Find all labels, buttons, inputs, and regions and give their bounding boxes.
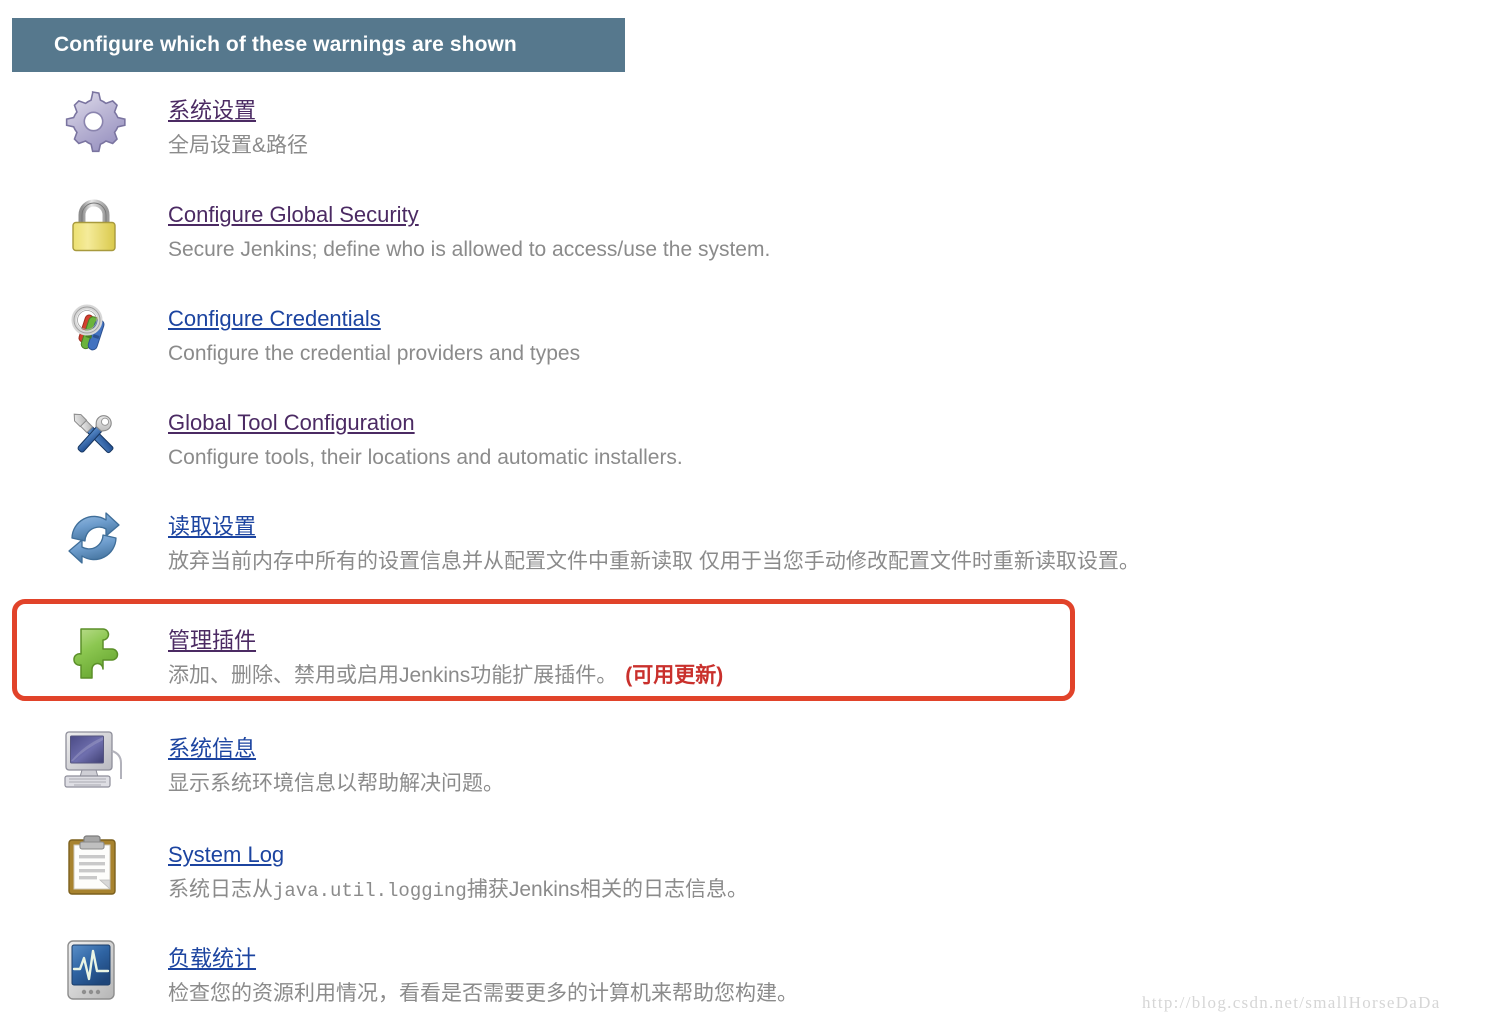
item-text-block: 负载统计检查您的资源利用情况，看看是否需要更多的计算机来帮助您构建。 bbox=[126, 930, 798, 1011]
item-text-block: System Log 系统日志从java.util.logging捕获Jenkin… bbox=[126, 826, 748, 908]
watermark-text: http://blog.csdn.net/smallHorseDaDa bbox=[1142, 993, 1441, 1012]
computer-monitor-icon[interactable] bbox=[62, 728, 126, 792]
item-description: 检查您的资源利用情况，看看是否需要更多的计算机来帮助您构建。 bbox=[168, 977, 798, 1011]
item-description: 放弃当前内存中所有的设置信息并从配置文件中重新读取 仅用于当您手动修改配置文件时… bbox=[168, 545, 1140, 579]
page-title: Configure which of these warnings are sh… bbox=[54, 33, 517, 56]
item-link[interactable]: 负载统计 bbox=[168, 944, 256, 974]
page-header-bar: Configure which of these warnings are sh… bbox=[12, 18, 625, 72]
load-statistics-icon[interactable] bbox=[62, 938, 126, 1002]
manage-jenkins-item[interactable]: Global Tool Configuration Configure tools… bbox=[0, 394, 683, 498]
description-segment: 系统日志从 bbox=[168, 878, 273, 901]
description-segment: 添加、删除、禁用或启用Jenkins功能扩展插件。 bbox=[168, 664, 618, 687]
manage-jenkins-item[interactable]: Configure Global Security Secure Jenkins;… bbox=[0, 186, 770, 290]
manage-jenkins-item[interactable]: 系统设置全局设置&路径 bbox=[0, 82, 308, 186]
manage-jenkins-item[interactable]: Configure Credentials Configure the crede… bbox=[0, 290, 580, 394]
item-link[interactable]: 系统设置 bbox=[168, 96, 256, 126]
item-description: 全局设置&路径 bbox=[168, 129, 308, 163]
item-description: Configure the credential providers and t… bbox=[168, 337, 580, 371]
description-segment: Secure Jenkins; define who is allowed to… bbox=[168, 238, 771, 261]
item-link[interactable]: System Log bbox=[168, 840, 284, 870]
description-segment: 检查您的资源利用情况，看看是否需要更多的计算机来帮助您构建。 bbox=[168, 982, 798, 1005]
item-text-block: 管理插件添加、删除、禁用或启用Jenkins功能扩展插件。 (可用更新) bbox=[126, 612, 723, 693]
item-text-block: 系统设置全局设置&路径 bbox=[126, 82, 308, 163]
item-text-block: Configure Credentials Configure the crede… bbox=[126, 290, 580, 371]
manage-jenkins-item[interactable]: 管理插件添加、删除、禁用或启用Jenkins功能扩展插件。 (可用更新) bbox=[0, 612, 723, 716]
item-description: 添加、删除、禁用或启用Jenkins功能扩展插件。 (可用更新) bbox=[168, 659, 723, 693]
item-link[interactable]: Global Tool Configuration bbox=[168, 408, 415, 438]
description-segment: 放弃当前内存中所有的设置信息并从配置文件中重新读取 仅用于当您手动修改配置文件时… bbox=[168, 550, 1140, 573]
item-link[interactable]: 读取设置 bbox=[168, 512, 256, 542]
puzzle-piece-icon[interactable] bbox=[62, 620, 126, 684]
item-description: 显示系统环境信息以帮助解决问题。 bbox=[168, 767, 504, 801]
description-segment: Configure the credential providers and t… bbox=[168, 342, 581, 365]
item-text-block: Global Tool Configuration Configure tools… bbox=[126, 394, 683, 475]
manage-jenkins-item[interactable]: 系统信息显示系统环境信息以帮助解决问题。 bbox=[0, 720, 504, 824]
clipboard-icon[interactable] bbox=[62, 834, 126, 898]
description-segment: 显示系统环境信息以帮助解决问题。 bbox=[168, 772, 504, 795]
description-segment: Configure tools, their locations and aut… bbox=[168, 446, 683, 469]
item-link[interactable]: Configure Credentials bbox=[168, 304, 381, 334]
item-text-block: Configure Global Security Secure Jenkins;… bbox=[126, 186, 770, 267]
update-available-badge: (可用更新) bbox=[625, 664, 724, 687]
keys-icon[interactable] bbox=[62, 298, 126, 362]
item-text-block: 系统信息显示系统环境信息以帮助解决问题。 bbox=[126, 720, 504, 801]
manage-jenkins-item[interactable]: 读取设置放弃当前内存中所有的设置信息并从配置文件中重新读取 仅用于当您手动修改配… bbox=[0, 498, 1140, 602]
item-description: Configure tools, their locations and aut… bbox=[168, 441, 683, 475]
item-link[interactable]: 系统信息 bbox=[168, 734, 256, 764]
description-segment: 捕获Jenkins相关的日志信息。 bbox=[466, 878, 749, 901]
gear-icon[interactable] bbox=[62, 90, 126, 154]
description-segment: java.util.logging bbox=[273, 880, 467, 902]
padlock-icon[interactable] bbox=[62, 194, 126, 258]
wrench-screwdriver-icon[interactable] bbox=[62, 402, 126, 466]
item-description: 系统日志从java.util.logging捕获Jenkins相关的日志信息。 bbox=[168, 873, 748, 908]
item-link[interactable]: Configure Global Security bbox=[168, 200, 419, 230]
item-link[interactable]: 管理插件 bbox=[168, 626, 256, 656]
description-segment: 全局设置&路径 bbox=[168, 134, 309, 157]
manage-jenkins-item[interactable]: 负载统计检查您的资源利用情况，看看是否需要更多的计算机来帮助您构建。 bbox=[0, 930, 798, 1034]
item-description: Secure Jenkins; define who is allowed to… bbox=[168, 233, 770, 267]
item-text-block: 读取设置放弃当前内存中所有的设置信息并从配置文件中重新读取 仅用于当您手动修改配… bbox=[126, 498, 1140, 579]
manage-jenkins-item[interactable]: System Log 系统日志从java.util.logging捕获Jenkin… bbox=[0, 826, 748, 930]
refresh-arrows-icon[interactable] bbox=[62, 506, 126, 570]
